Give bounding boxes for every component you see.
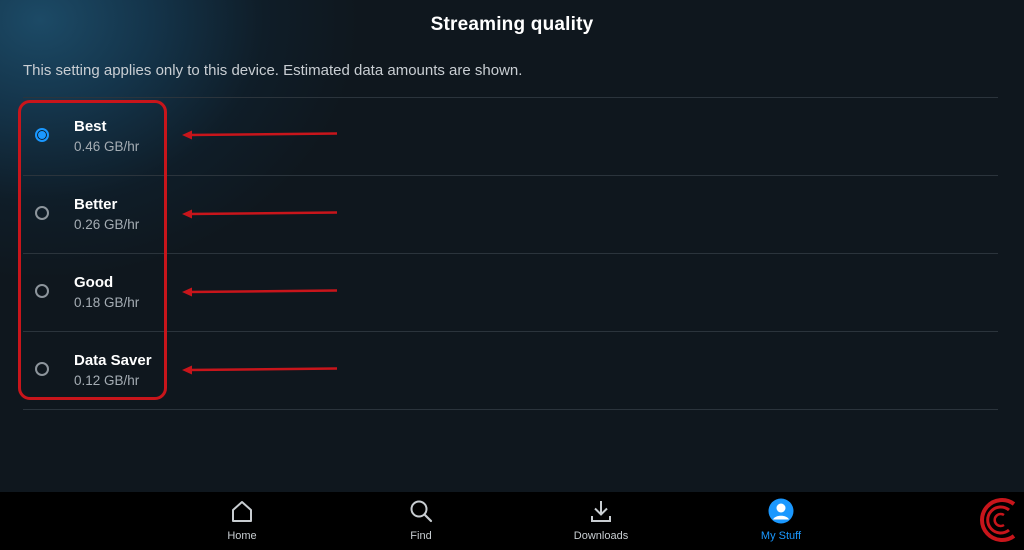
download-icon	[591, 501, 611, 522]
annotation-highlight-box	[18, 100, 167, 400]
page-title: Streaming quality	[430, 14, 594, 35]
option-best[interactable]: Best 0.46 GB/hr	[23, 98, 998, 175]
annotation-arrow	[182, 209, 337, 219]
tab-find[interactable]: Find	[371, 498, 471, 542]
tab-my-stuff[interactable]: My Stuff	[731, 498, 831, 542]
divider	[23, 409, 998, 410]
tab-label: My Stuff	[760, 530, 802, 542]
watermark-logo	[980, 498, 1016, 542]
tab-label: Home	[227, 530, 257, 542]
annotation-arrow	[182, 130, 337, 140]
annotation-arrow	[182, 287, 337, 297]
annotation-arrow	[182, 365, 337, 375]
tab-home[interactable]: Home	[192, 498, 292, 542]
search-icon	[410, 500, 433, 523]
home-icon	[232, 501, 252, 522]
bottom-tab-bar: Home Find Downloads My Stuff	[0, 492, 1024, 550]
tab-label: Find	[410, 530, 432, 542]
option-data-saver[interactable]: Data Saver 0.12 GB/hr	[23, 332, 998, 409]
option-good[interactable]: Good 0.18 GB/hr	[23, 254, 998, 331]
streaming-quality-screen: Streaming quality This setting applies o…	[0, 0, 1024, 550]
page-description: This setting applies only to this device…	[23, 62, 523, 79]
avatar-icon	[768, 498, 794, 524]
tab-label: Downloads	[573, 530, 629, 542]
option-better[interactable]: Better 0.26 GB/hr	[23, 176, 998, 253]
tab-downloads[interactable]: Downloads	[551, 498, 651, 542]
